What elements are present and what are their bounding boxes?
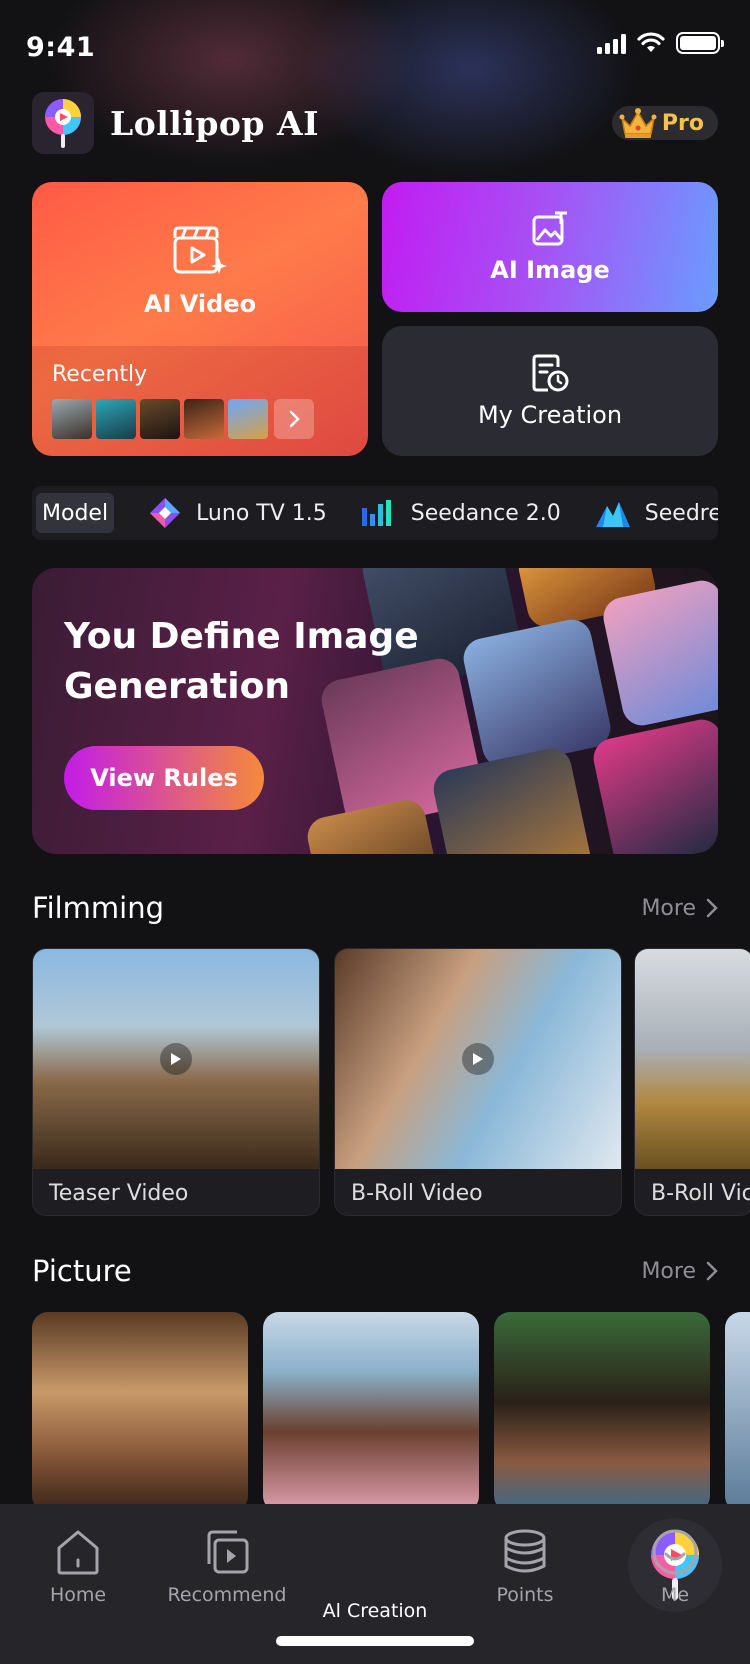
picture-title: Picture xyxy=(32,1254,132,1288)
tab-label: Al Creation xyxy=(322,1600,428,1622)
picture-header: Picture More xyxy=(32,1251,718,1291)
ai-video-label: AI Video xyxy=(143,290,257,318)
tab-label: Home xyxy=(49,1584,107,1606)
tab-label: Recommend xyxy=(167,1584,287,1606)
coins-stack-icon xyxy=(504,1529,546,1573)
document-clock-icon xyxy=(532,354,569,392)
model-item-seedance[interactable]: Seedance 2.0 xyxy=(361,498,561,528)
video-thumbnail xyxy=(635,949,750,1169)
ai-video-card[interactable]: AI Video Recently xyxy=(32,182,368,456)
model-item-seedream[interactable]: Seedrea xyxy=(595,498,718,528)
wifi-icon xyxy=(637,32,665,52)
ai-image-label: AI Image xyxy=(490,256,610,284)
pro-label: Pro xyxy=(661,110,704,136)
tab-me[interactable]: Me xyxy=(600,1528,750,1606)
recently-section: Recently xyxy=(32,346,368,456)
video-card-caption: B-Roll Video xyxy=(351,1180,483,1206)
filmming-title: Filmming xyxy=(32,891,165,925)
recent-thumb[interactable] xyxy=(96,399,136,439)
picture-card-partial[interactable] xyxy=(725,1312,750,1512)
model-selector-row: Model Luno TV 1.5 Seedance 2.0 Seedrea xyxy=(32,486,718,540)
chevron-right-icon xyxy=(706,898,718,918)
model-name: Seedance 2.0 xyxy=(410,500,561,526)
recent-thumb[interactable] xyxy=(228,399,268,439)
tab-label: Points xyxy=(496,1584,554,1606)
video-thumbnail xyxy=(335,949,621,1169)
video-card-caption: B-Roll Vic xyxy=(651,1180,750,1206)
tab-recommend[interactable]: Recommend xyxy=(152,1528,302,1606)
banner-art-portrait xyxy=(599,576,718,730)
model-name: Luno TV 1.5 xyxy=(196,500,327,526)
banner-art-vr xyxy=(589,715,718,854)
home-indicator xyxy=(276,1636,474,1646)
video-card-caption: Teaser Video xyxy=(49,1180,189,1206)
recently-label: Recently xyxy=(52,362,148,387)
view-rules-button[interactable]: View Rules xyxy=(64,746,264,810)
status-bar: 9:41 xyxy=(0,0,750,96)
battery-icon xyxy=(676,32,724,54)
promo-banner[interactable]: You Define Image Generation View Rules xyxy=(32,568,718,854)
smile-profile-icon xyxy=(652,1529,698,1575)
my-creation-card[interactable]: My Creation xyxy=(382,326,718,456)
luno-logo-icon xyxy=(150,498,181,528)
recent-thumb[interactable] xyxy=(140,399,180,439)
picture-more-link[interactable]: More xyxy=(641,1259,718,1284)
banner-art-couple xyxy=(459,615,615,771)
tab-ai-creation[interactable]: Al Creation xyxy=(300,1518,722,1622)
cellular-signal-icon xyxy=(597,32,626,54)
picture-card-beach[interactable] xyxy=(263,1312,479,1512)
recommend-video-icon xyxy=(207,1530,249,1574)
seedance-bars-icon xyxy=(361,500,391,526)
pro-button[interactable]: Pro xyxy=(611,106,718,140)
my-creation-label: My Creation xyxy=(477,401,623,429)
tab-points[interactable]: Points xyxy=(450,1528,600,1606)
more-label: More xyxy=(641,1258,696,1284)
tab-home[interactable]: Home xyxy=(3,1528,153,1606)
filmming-more-link[interactable]: More xyxy=(641,896,718,921)
video-clapper-icon xyxy=(173,226,227,274)
model-name: Seedrea xyxy=(644,500,718,526)
bottom-tab-bar: Home Recommend Al Creation Points Me xyxy=(0,1504,750,1664)
more-label: More xyxy=(641,895,696,921)
video-card-broll[interactable]: B-Roll Video xyxy=(334,948,622,1216)
status-icons xyxy=(597,32,724,54)
model-chip[interactable]: Model xyxy=(36,493,115,533)
status-time: 9:41 xyxy=(26,32,96,63)
chevron-right-icon xyxy=(289,410,300,428)
video-card-broll-partial[interactable]: B-Roll Vic xyxy=(634,948,750,1216)
app-title: Lollipop AI xyxy=(110,103,320,143)
recent-thumb[interactable] xyxy=(184,399,224,439)
play-icon xyxy=(462,1043,494,1075)
home-icon xyxy=(57,1530,99,1575)
ai-image-card[interactable]: AI Image xyxy=(382,182,718,312)
app-logo xyxy=(32,92,94,154)
picture-card-cowboy[interactable] xyxy=(32,1312,248,1512)
image-text-icon xyxy=(532,211,567,246)
filmming-header: Filmming More xyxy=(32,888,718,928)
play-icon xyxy=(160,1043,192,1075)
app-header: Lollipop AI Pro xyxy=(32,92,718,154)
model-item-luno[interactable]: Luno TV 1.5 xyxy=(148,496,327,530)
recent-more-button[interactable] xyxy=(274,399,314,439)
chevron-right-icon xyxy=(706,1261,718,1281)
video-thumbnail xyxy=(33,949,319,1169)
banner-title: You Define Image Generation xyxy=(64,616,419,707)
recent-thumb[interactable] xyxy=(52,399,92,439)
crown-icon xyxy=(619,108,657,138)
seedream-mountain-icon xyxy=(595,502,630,527)
picture-card-portrait[interactable] xyxy=(494,1312,710,1512)
video-card-teaser[interactable]: Teaser Video xyxy=(32,948,320,1216)
tab-label: Me xyxy=(660,1584,690,1606)
